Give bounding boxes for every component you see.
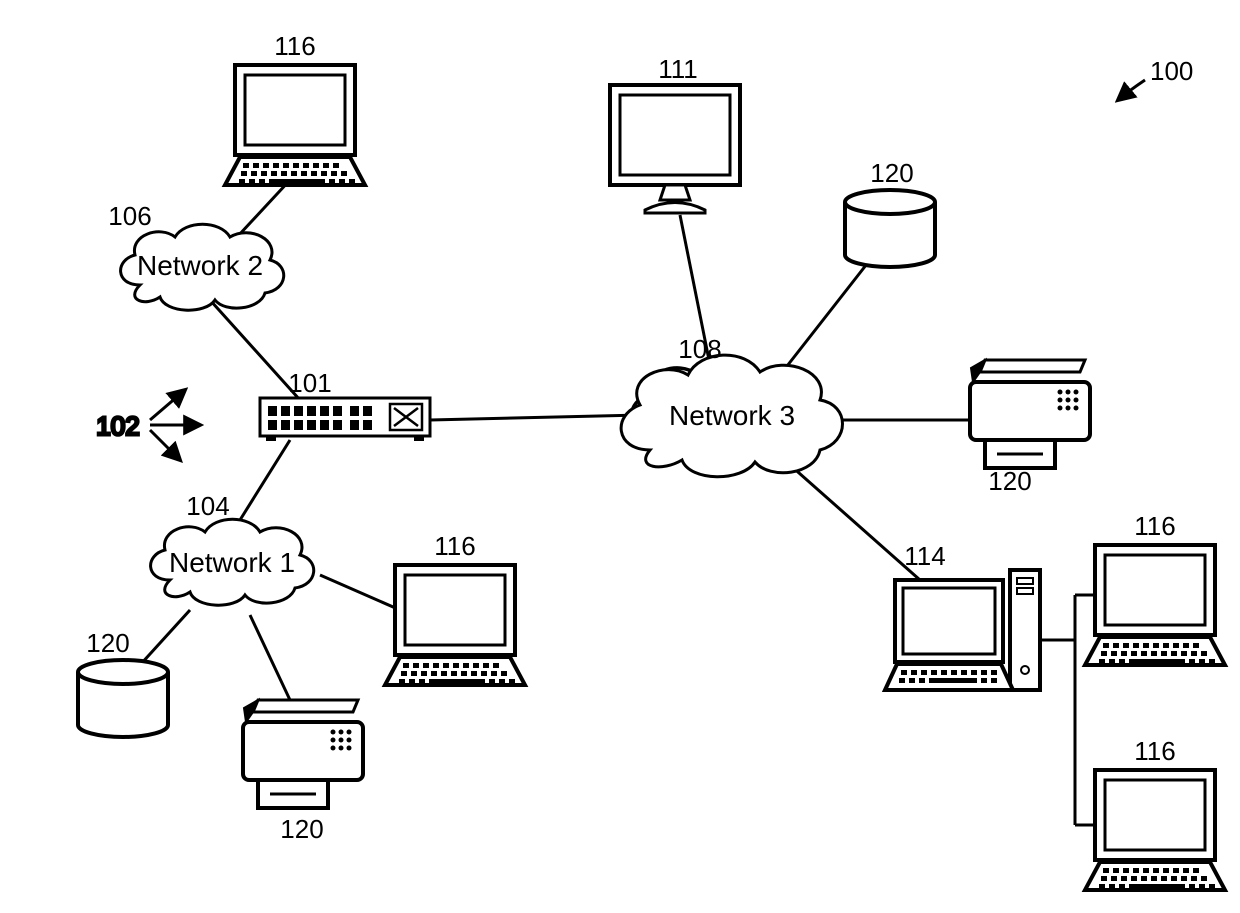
desktop-right-b-ref: 116	[1134, 736, 1175, 766]
desktop-net1-ref: 116	[434, 531, 475, 561]
arrows-ref: 102	[96, 411, 139, 441]
server-pc-ref: 114	[904, 541, 945, 571]
desktop-right-a: 116	[1085, 511, 1225, 665]
monitor-top-ref: 111	[658, 54, 698, 84]
figure-ref-label: 100	[1150, 56, 1193, 86]
network-1-cloud: Network 1 104	[151, 491, 314, 605]
printer-net3-ref: 120	[988, 466, 1031, 496]
figure-ref: 100	[1118, 56, 1193, 100]
desktop-net1: 116	[385, 531, 525, 685]
network-2-cloud: Network 2 106	[108, 201, 283, 310]
direction-arrows: 102	[96, 390, 200, 460]
network-1-ref: 104	[186, 491, 229, 521]
printer-net3: 120	[970, 360, 1090, 496]
desktop-top-left: 116	[225, 31, 365, 185]
desktop-top-left-ref: 116	[274, 31, 315, 61]
database-net1: 120	[78, 628, 168, 737]
server-pc: 114	[885, 541, 1040, 690]
network-2-ref: 106	[108, 201, 151, 231]
desktop-right-a-ref: 116	[1134, 511, 1175, 541]
printer-net1: 120	[243, 700, 363, 844]
database-net3: 120	[845, 158, 935, 267]
network-1-label: Network 1	[169, 547, 295, 578]
monitor-top: 111	[610, 54, 740, 213]
database-net1-ref: 120	[86, 628, 129, 658]
network-diagram: Network 2 106 Network 1 104 Network 3 10…	[0, 0, 1240, 913]
desktop-right-b: 116	[1085, 736, 1225, 890]
printer-net1-ref: 120	[280, 814, 323, 844]
network-switch: 101	[260, 368, 430, 441]
database-net3-ref: 120	[870, 158, 913, 188]
network-3-label: Network 3	[669, 400, 795, 431]
network-3-cloud-large: Network 3 108	[621, 334, 842, 477]
network-2-label: Network 2	[137, 250, 263, 281]
switch-ref: 101	[288, 368, 331, 398]
network-3-ref: 108	[678, 334, 721, 364]
